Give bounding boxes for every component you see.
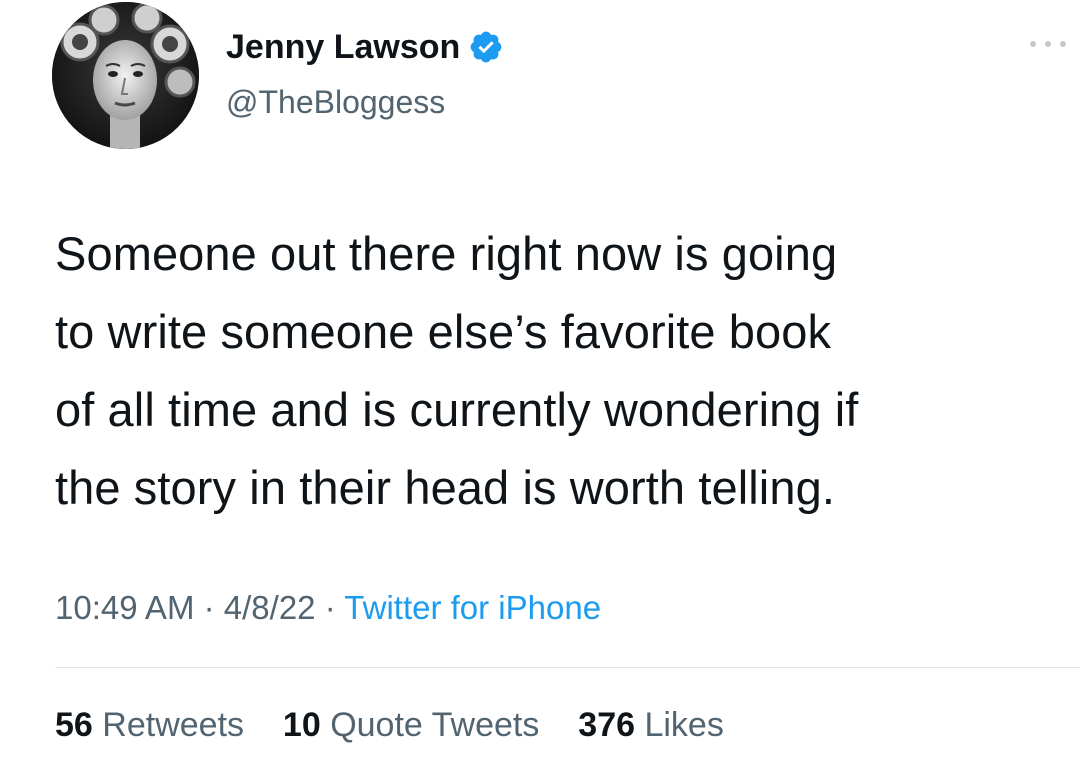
quote-tweets-count: 10: [282, 706, 321, 744]
more-dot: [1030, 41, 1036, 47]
stats-divider: [55, 667, 1080, 668]
quote-tweets-label: Quote Tweets: [330, 706, 540, 744]
retweets-stat[interactable]: 56 Retweets: [55, 706, 253, 744]
more-dot: [1045, 41, 1051, 47]
likes-count: 376: [578, 706, 636, 744]
quote-tweets-stat[interactable]: 10 Quote Tweets: [283, 706, 549, 744]
more-dot: [1060, 41, 1066, 47]
retweets-count: 56: [55, 706, 93, 744]
author-handle[interactable]: @TheBloggess: [226, 82, 445, 122]
author-name[interactable]: Jenny Lawson: [226, 25, 504, 69]
tweet-meta: 10:49 AM · 4/8/22 · Twitter for iPhone: [55, 586, 601, 630]
meta-separator: ·: [324, 589, 336, 626]
meta-separator: ·: [203, 589, 215, 626]
likes-label: Likes: [644, 706, 724, 744]
tweet-text-line: Someone out there right now is going: [55, 227, 838, 280]
tweet-text: Someone out there right now is going to …: [55, 215, 1065, 527]
author-avatar[interactable]: [52, 2, 199, 149]
tweet-text-line: to write someone else’s favorite book: [55, 305, 832, 358]
author-display-name[interactable]: Jenny Lawson: [226, 25, 460, 69]
verified-badge-icon: [468, 29, 504, 65]
avatar-portrait-icon: [52, 2, 199, 149]
more-options-icon[interactable]: [1030, 38, 1066, 50]
tweet-date[interactable]: 4/8/22: [224, 589, 316, 626]
tweet-source-link[interactable]: Twitter for iPhone: [344, 589, 601, 626]
retweets-label: Retweets: [102, 706, 245, 744]
tweet-card: Jenny Lawson @TheBloggess Someone out th…: [0, 0, 1080, 777]
tweet-text-line: of all time and is currently wondering i…: [55, 383, 859, 436]
likes-stat[interactable]: 376 Likes: [578, 706, 724, 744]
tweet-time[interactable]: 10:49 AM: [55, 589, 194, 626]
tweet-stats: 56 Retweets 10 Quote Tweets 376 Likes: [55, 702, 724, 748]
tweet-text-line: the story in their head is worth telling…: [55, 461, 835, 514]
